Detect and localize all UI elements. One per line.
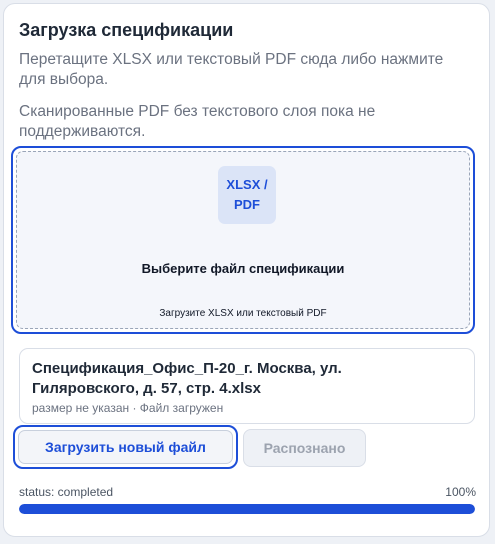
dropzone-area[interactable]: XLSX / PDF Выберите файл спецификации За…	[16, 151, 470, 329]
file-meta: размер не указан · Файл загружен	[32, 401, 224, 415]
uploaded-file-card: Спецификация_Офис_П-20_г. Москва, ул. Ги…	[19, 348, 475, 424]
dropzone-subtitle: Загрузите XLSX или текстовый PDF	[159, 308, 327, 319]
recognized-button: Распознано	[243, 429, 366, 467]
file-type-label-line2: PDF	[234, 197, 260, 212]
instructions-text: Перетащите XLSX или текстовый PDF сюда л…	[19, 51, 444, 88]
progress-bar-fill	[19, 504, 475, 514]
file-dropzone[interactable]: XLSX / PDF Выберите файл спецификации За…	[11, 146, 475, 334]
dropzone-title: Выберите файл спецификации	[141, 261, 345, 276]
upload-new-file-label[interactable]: Загрузить новый файл	[18, 430, 233, 464]
scan-warning-text: Сканированные PDF без текстового слоя по…	[19, 103, 376, 140]
status-text: status: completed	[19, 485, 114, 499]
upload-new-file-button[interactable]: Загрузить новый файл	[13, 425, 238, 469]
progress-percent: 100%	[445, 485, 476, 499]
file-type-icon: XLSX / PDF	[218, 166, 276, 224]
file-type-label-line1: XLSX /	[226, 177, 268, 192]
progress-bar	[19, 504, 475, 514]
file-name: Спецификация_Офис_П-20_г. Москва, ул. Ги…	[32, 360, 342, 397]
page-title: Загрузка спецификации	[19, 20, 234, 40]
